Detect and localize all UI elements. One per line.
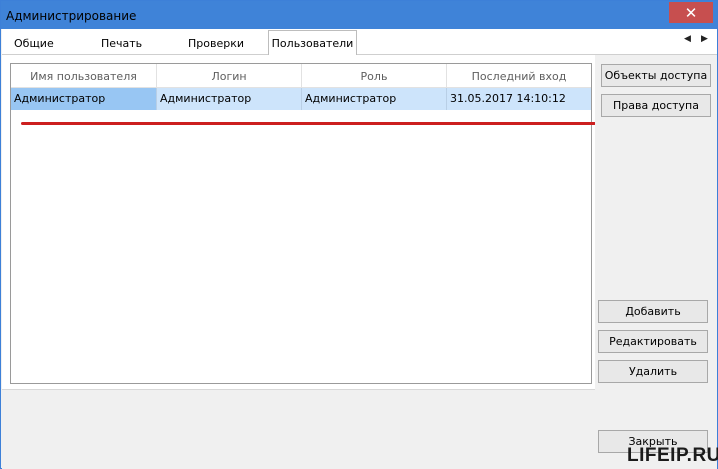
table-row[interactable]: Администратор Администратор Администрато… bbox=[11, 88, 591, 110]
add-user-button[interactable]: Добавить bbox=[598, 300, 708, 323]
cell-role[interactable]: Администратор bbox=[302, 88, 447, 110]
column-header-username[interactable]: Имя пользователя bbox=[11, 64, 157, 88]
access-rights-button[interactable]: Права доступа bbox=[601, 94, 711, 117]
title-bar[interactable]: Администрирование ✕ bbox=[1, 1, 717, 29]
column-header-last-login[interactable]: Последний вход bbox=[447, 64, 591, 88]
side-button-panel: Объекты доступа Права доступа Добавить Р… bbox=[595, 55, 717, 469]
annotation-underline bbox=[21, 122, 596, 125]
tab-scroll-right-icon[interactable]: ▶ bbox=[701, 34, 708, 44]
site-watermark: LIFEIP.RU bbox=[627, 445, 718, 466]
users-grid[interactable]: Имя пользователя Логин Роль Последний вх… bbox=[10, 63, 596, 384]
tab-general[interactable]: Общие bbox=[14, 32, 54, 55]
bottom-panel bbox=[2, 389, 595, 469]
cell-last-login[interactable]: 31.05.2017 14:10:12 bbox=[447, 88, 591, 110]
admin-window: Администрирование ✕ Общие Печать Проверк… bbox=[0, 0, 718, 469]
users-tab-content: Имя пользователя Логин Роль Последний вх… bbox=[2, 55, 717, 469]
cell-login[interactable]: Администратор bbox=[157, 88, 302, 110]
tab-print[interactable]: Печать bbox=[101, 32, 142, 55]
column-header-login[interactable]: Логин bbox=[157, 64, 302, 88]
tab-scroll-left-icon[interactable]: ◀ bbox=[684, 34, 691, 44]
tab-strip: Общие Печать Проверки Пользователи ◀ ▶ bbox=[2, 29, 717, 56]
column-header-role[interactable]: Роль bbox=[302, 64, 447, 88]
close-icon: ✕ bbox=[684, 3, 698, 22]
edit-user-button[interactable]: Редактировать bbox=[598, 330, 708, 353]
grid-header: Имя пользователя Логин Роль Последний вх… bbox=[11, 64, 591, 88]
close-window-button[interactable]: ✕ bbox=[669, 2, 713, 23]
window-title: Администрирование bbox=[6, 9, 137, 23]
access-objects-button[interactable]: Объекты доступа bbox=[601, 64, 711, 87]
tab-checks[interactable]: Проверки bbox=[188, 32, 244, 55]
delete-user-button[interactable]: Удалить bbox=[598, 360, 708, 383]
cell-username[interactable]: Администратор bbox=[11, 88, 157, 110]
tab-users[interactable]: Пользователи bbox=[268, 30, 357, 56]
